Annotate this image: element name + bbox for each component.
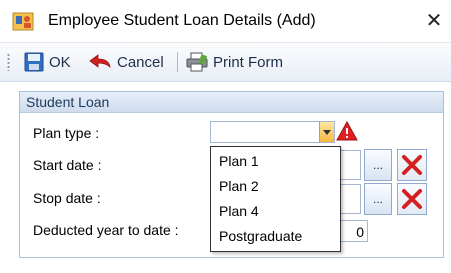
plan-type-dropdown-list: Plan 1 Plan 2 Plan 4 Postgraduate: [210, 146, 341, 252]
stop-date-label: Stop date :: [33, 190, 101, 206]
plan-option-plan-1[interactable]: Plan 1: [219, 153, 259, 169]
plan-type-label: Plan type :: [33, 125, 100, 141]
ellipsis-icon: ...: [372, 192, 383, 206]
print-form-label: Print Form: [213, 53, 284, 71]
toolbar-grip[interactable]: [7, 53, 10, 71]
deducted-ytd-label: Deducted year to date :: [33, 222, 179, 238]
stop-date-picker-button[interactable]: ...: [364, 183, 392, 215]
group-title: Student Loan: [26, 94, 110, 110]
undo-arrow-icon: [89, 54, 111, 69]
plan-option-plan-4[interactable]: Plan 4: [219, 203, 259, 219]
close-icon: ✕: [425, 9, 443, 32]
toolbar: OK Cancel Print Form: [0, 43, 451, 82]
close-button[interactable]: ✕: [420, 6, 448, 34]
start-date-picker-button[interactable]: ...: [364, 149, 392, 181]
save-icon: [24, 52, 44, 72]
toolbar-separator: [177, 52, 178, 72]
cancel-button[interactable]: Cancel: [88, 50, 164, 74]
window-title: Employee Student Loan Details (Add): [48, 12, 316, 29]
dropdown-arrow-icon[interactable]: [319, 122, 334, 142]
stop-date-clear-button[interactable]: [397, 183, 427, 215]
ok-button[interactable]: OK: [24, 50, 71, 74]
ellipsis-icon: ...: [372, 158, 383, 172]
deducted-ytd-input[interactable]: 0: [340, 220, 368, 242]
warning-icon: [336, 121, 358, 141]
delete-x-icon: [402, 189, 422, 209]
start-date-clear-button[interactable]: [397, 149, 427, 181]
plan-option-postgraduate[interactable]: Postgraduate: [219, 228, 302, 244]
group-header: Student Loan: [20, 92, 443, 113]
print-icon: [186, 52, 208, 72]
print-form-button[interactable]: Print Form: [186, 50, 283, 74]
ok-label: OK: [49, 53, 71, 71]
plan-type-select[interactable]: [210, 121, 335, 143]
title-bar: Employee Student Loan Details (Add) ✕: [0, 0, 451, 43]
start-date-label: Start date :: [33, 157, 102, 173]
cancel-label: Cancel: [117, 53, 164, 71]
delete-x-icon: [402, 155, 422, 175]
stop-date-input[interactable]: [339, 184, 361, 214]
start-date-input[interactable]: [339, 150, 361, 180]
app-icon: [12, 12, 34, 31]
plan-option-plan-2[interactable]: Plan 2: [219, 178, 259, 194]
